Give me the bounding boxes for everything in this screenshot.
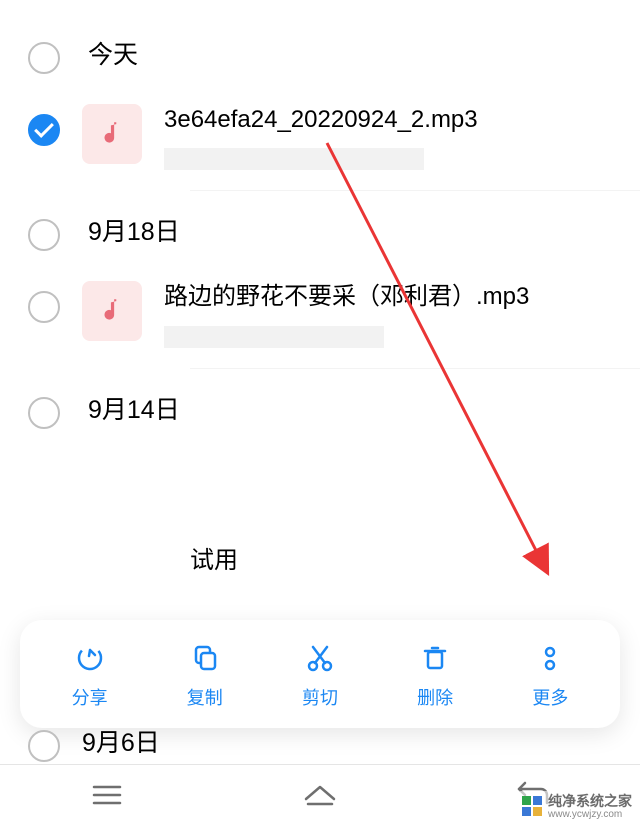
more-icon xyxy=(534,642,566,674)
file-name: 3e64efa24_20220924_2.mp3 xyxy=(164,104,612,136)
share-button[interactable]: 分享 xyxy=(45,642,135,710)
section-checkbox[interactable] xyxy=(28,219,60,251)
copy-button[interactable]: 复制 xyxy=(160,642,250,710)
file-meta-placeholder xyxy=(164,148,424,170)
share-icon xyxy=(74,642,106,674)
watermark: 纯净系统之家 www.ycwjzy.com xyxy=(520,791,634,820)
file-name: 路边的野花不要采（邓利君）.mp3 xyxy=(164,281,612,313)
music-file-icon xyxy=(82,104,142,164)
nav-menu-button[interactable] xyxy=(77,775,137,815)
file-checkbox-checked[interactable] xyxy=(28,114,60,146)
section-title: 9月18日 xyxy=(88,212,180,248)
section-title: 今天 xyxy=(88,35,138,71)
delete-icon xyxy=(419,642,451,674)
cut-icon xyxy=(304,642,336,674)
music-file-icon xyxy=(82,281,142,341)
file-checkbox[interactable] xyxy=(28,291,60,323)
section-header: 9月18日 xyxy=(0,191,640,269)
copy-icon xyxy=(189,642,221,674)
watermark-logo-icon xyxy=(522,796,542,816)
checkmark-icon xyxy=(34,118,54,138)
nav-home-button[interactable] xyxy=(290,775,350,815)
section-header: 今天 xyxy=(0,14,640,92)
file-row[interactable]: 路边的野花不要采（邓利君）.mp3 xyxy=(0,269,640,367)
section-checkbox-today[interactable] xyxy=(28,42,60,74)
delete-button[interactable]: 删除 xyxy=(390,642,480,710)
action-bar: 分享 复制 剪切 删除 更多 xyxy=(20,620,620,728)
file-list: 今天 3e64efa24_20220924_2.mp3 9月18日 路边的野花不… xyxy=(0,0,640,447)
file-meta-placeholder xyxy=(164,326,384,348)
partial-file-name: 试用 xyxy=(190,540,238,575)
section-title: 9月14日 xyxy=(88,390,180,426)
section-checkbox[interactable] xyxy=(28,397,60,429)
cut-button[interactable]: 剪切 xyxy=(275,642,365,710)
file-row[interactable]: 3e64efa24_20220924_2.mp3 xyxy=(0,92,640,190)
section-checkbox[interactable] xyxy=(28,730,60,762)
section-header-partial: 9月6日 xyxy=(0,720,188,762)
section-header: 9月14日 xyxy=(0,369,640,447)
section-title: 9月6日 xyxy=(82,723,160,759)
more-button[interactable]: 更多 xyxy=(505,642,595,710)
